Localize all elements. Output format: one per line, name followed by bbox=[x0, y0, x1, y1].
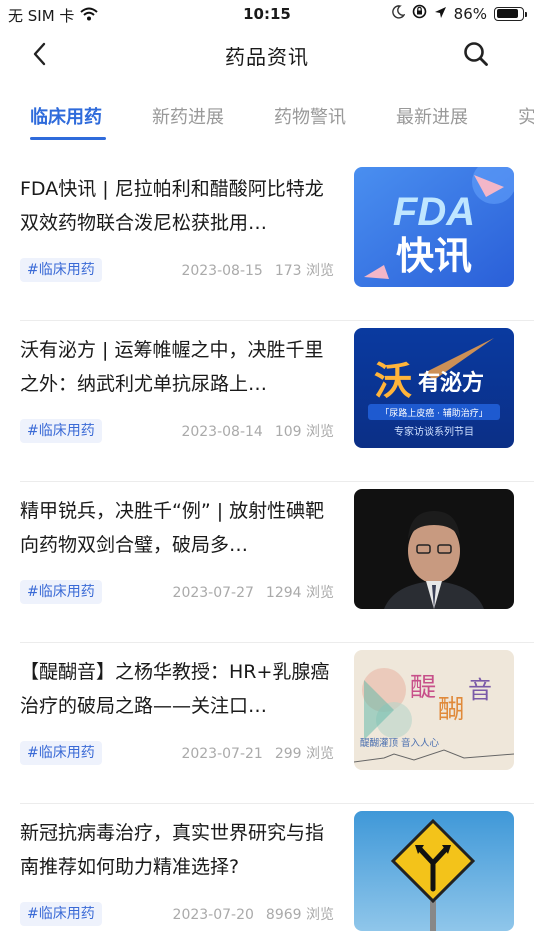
thumb-text-ti: 醍 bbox=[410, 673, 436, 703]
article-item[interactable]: FDA快讯 | 尼拉帕利和醋酸阿比特龙双效药物联合泼尼松获批用… #临床用药 2… bbox=[0, 160, 534, 321]
article-thumbnail: FDA 快讯 bbox=[354, 167, 514, 287]
article-tag[interactable]: #临床用药 bbox=[20, 419, 102, 443]
article-item[interactable]: 沃有泌方 | 运筹帷幄之中，决胜千里之外：纳武利尤单抗尿路上… #临床用药 20… bbox=[0, 321, 534, 482]
battery-percent: 86% bbox=[453, 4, 487, 23]
status-right: 86% bbox=[391, 4, 527, 23]
article-thumbnail: 沃 有泌方 「尿路上皮癌 · 辅助治疗」 专家访谈系列节目 bbox=[354, 328, 514, 448]
nav-bar: 药品资讯 bbox=[0, 30, 534, 80]
tab-latest-progress[interactable]: 最新进展 bbox=[396, 103, 468, 129]
article-tag[interactable]: #临床用药 bbox=[20, 741, 102, 765]
tab-clinical-medication[interactable]: 临床用药 bbox=[30, 103, 102, 129]
active-tab-indicator bbox=[30, 137, 106, 140]
article-date: 2023-08-14 bbox=[181, 424, 263, 440]
article-title: 精甲锐兵，决胜千“例” | 放射性碘靶向药物双剑合璧，破局多… bbox=[20, 500, 325, 556]
article-views: 299 浏览 bbox=[274, 746, 334, 762]
article-thumbnail bbox=[354, 489, 514, 609]
location-arrow-icon bbox=[434, 5, 447, 23]
status-bar: 无 SIM 卡 10:15 86% bbox=[0, 0, 534, 30]
moon-icon bbox=[391, 4, 406, 23]
article-views: 173 浏览 bbox=[274, 263, 334, 279]
article-date: 2023-07-20 bbox=[172, 907, 254, 923]
thumb-text-series: 专家访谈系列节目 bbox=[394, 425, 474, 438]
article-views: 1294 浏览 bbox=[265, 585, 334, 601]
thumb-text-subtitle: 「尿路上皮癌 · 辅助治疗」 bbox=[380, 407, 488, 419]
article-views: 8969 浏览 bbox=[265, 907, 334, 923]
thumb-text-wo: 沃 bbox=[374, 359, 412, 403]
page-title: 药品资讯 bbox=[225, 45, 309, 69]
article-item[interactable]: 新冠抗病毒治疗，真实世界研究与指南推荐如何助力精准选择? #临床用药 2023-… bbox=[0, 804, 534, 950]
article-title: FDA快讯 | 尼拉帕利和醋酸阿比特龙双效药物联合泼尼松获批用… bbox=[20, 178, 324, 234]
thumb-text-slogan: 醍醐灌顶 音入人心 bbox=[360, 737, 440, 749]
article-title: 沃有泌方 | 运筹帷幄之中，决胜千里之外：纳武利尤单抗尿路上… bbox=[20, 339, 324, 395]
article-item[interactable]: 【醍醐音】之杨华教授：HR+乳腺癌治疗的破局之路——关注口… #临床用药 202… bbox=[0, 643, 534, 804]
article-meta: 2023-08-15 173 浏览 bbox=[181, 260, 334, 280]
article-date: 2023-07-21 bbox=[181, 746, 263, 762]
article-thumbnail bbox=[354, 811, 514, 931]
thumb-text-news: 快讯 bbox=[396, 234, 472, 278]
article-date: 2023-07-27 bbox=[172, 585, 254, 601]
article-meta: 2023-07-27 1294 浏览 bbox=[173, 582, 334, 602]
article-thumbnail: 醍 醐 音 醍醐灌顶 音入人心 bbox=[354, 650, 514, 770]
article-meta: 2023-07-21 299 浏览 bbox=[181, 743, 334, 763]
category-tabs: 临床用药 新药进展 药物警讯 最新进展 实 bbox=[0, 95, 534, 145]
search-button[interactable] bbox=[458, 38, 494, 74]
thumb-text-youmifang: 有泌方 bbox=[418, 370, 484, 396]
tab-more[interactable]: 实 bbox=[518, 103, 534, 129]
tab-new-drug-progress[interactable]: 新药进展 bbox=[152, 103, 224, 129]
thumb-text-yin: 音 bbox=[468, 676, 492, 704]
article-tag[interactable]: #临床用药 bbox=[20, 902, 102, 926]
tab-drug-alerts[interactable]: 药物警讯 bbox=[274, 103, 346, 129]
orientation-lock-icon bbox=[412, 4, 427, 23]
article-tag[interactable]: #临床用药 bbox=[20, 258, 102, 282]
article-title: 新冠抗病毒治疗，真实世界研究与指南推荐如何助力精准选择? bbox=[20, 822, 325, 878]
article-title: 【醍醐音】之杨华教授：HR+乳腺癌治疗的破局之路——关注口… bbox=[20, 661, 330, 717]
thumb-text-hu: 醐 bbox=[438, 695, 464, 725]
article-meta: 2023-08-14 109 浏览 bbox=[181, 421, 334, 441]
article-item[interactable]: 精甲锐兵，决胜千“例” | 放射性碘靶向药物双剑合璧，破局多… #临床用药 20… bbox=[0, 482, 534, 643]
battery-icon bbox=[494, 6, 527, 21]
article-date: 2023-08-15 bbox=[181, 263, 263, 279]
article-views: 109 浏览 bbox=[274, 424, 334, 440]
article-tag[interactable]: #临床用药 bbox=[20, 580, 102, 604]
search-icon bbox=[463, 41, 489, 71]
article-meta: 2023-07-20 8969 浏览 bbox=[173, 904, 334, 924]
thumb-text-fda: FDA bbox=[393, 190, 475, 234]
